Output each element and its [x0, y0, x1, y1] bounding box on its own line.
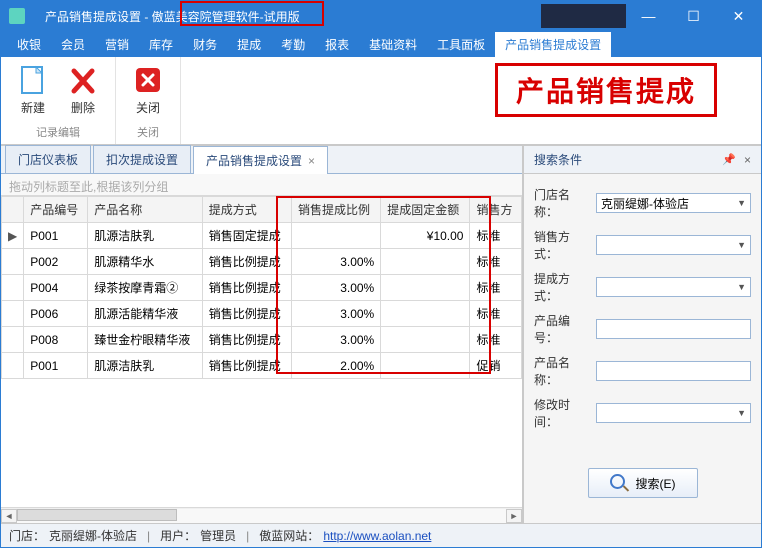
new-icon: [17, 65, 49, 97]
app-icon: [9, 8, 25, 24]
ribbon-group-label-record: 记录编辑: [36, 120, 80, 144]
window-title: 产品销售提成设置 - 傲蓝美容院管理软件-试用版: [45, 8, 300, 25]
titlebar-dark-tab: [541, 4, 626, 28]
label-modified: 修改时间：: [534, 396, 590, 430]
name-input[interactable]: [596, 361, 751, 381]
minimize-button[interactable]: —: [626, 1, 671, 31]
menu-toolpanel[interactable]: 工具面板: [427, 32, 495, 57]
tab-deduct-commission[interactable]: 扣次提成设置: [93, 145, 191, 173]
tab-product-commission[interactable]: 产品销售提成设置×: [193, 146, 328, 174]
scroll-thumb[interactable]: [17, 509, 177, 521]
group-hint: 拖动列标题至此,根据该列分组: [1, 174, 522, 196]
delete-icon: [67, 65, 99, 97]
label-commmethod: 提成方式：: [534, 270, 590, 304]
menu-bar: 收银 会员 营销 库存 财务 提成 考勤 报表 基础资料 工具面板 产品销售提成…: [1, 31, 761, 57]
chevron-down-icon: ▼: [737, 408, 746, 418]
col-marker: [2, 197, 24, 223]
menu-product-commission[interactable]: 产品销售提成设置: [495, 32, 611, 57]
menu-finance[interactable]: 财务: [183, 32, 227, 57]
left-pane: 门店仪表板 扣次提成设置 产品销售提成设置× 拖动列标题至此,根据该列分组 产品…: [1, 146, 523, 523]
table-row[interactable]: P002肌源精华水销售比例提成3.00%标准: [2, 249, 522, 275]
salemethod-select[interactable]: ▼: [596, 235, 751, 255]
col-ratio[interactable]: 销售提成比例: [291, 197, 380, 223]
title-bar: 产品销售提成设置 - 傲蓝美容院管理软件-试用版 — ☐ ✕: [1, 1, 761, 31]
modified-select[interactable]: ▼: [596, 403, 751, 423]
status-store-value: 克丽缇娜-体验店: [49, 527, 137, 544]
col-fixed[interactable]: 提成固定金额: [381, 197, 470, 223]
chevron-down-icon: ▼: [737, 282, 746, 292]
tab-close-icon[interactable]: ×: [308, 154, 315, 168]
close-button[interactable]: 关闭: [126, 63, 170, 118]
ribbon: 新建 删除 记录编辑 关闭 关闭 产品销售提成: [1, 57, 761, 145]
status-bar: 门店： 克丽缇娜-体验店 | 用户： 管理员 | 傲蓝网站： http://ww…: [1, 523, 761, 547]
col-name[interactable]: 产品名称: [88, 197, 202, 223]
label-salemethod: 销售方式：: [534, 228, 590, 262]
search-panel: 搜索条件 📌 × 门店名称： 克丽缇娜-体验店▼ 销售方式： ▼ 提成方式： ▼ 产品…: [523, 146, 761, 523]
ribbon-group-close: 关闭 关闭: [116, 57, 181, 144]
commmethod-select[interactable]: ▼: [596, 277, 751, 297]
col-sale[interactable]: 销售方: [470, 197, 522, 223]
panel-close-icon[interactable]: ×: [744, 153, 751, 167]
document-tabs: 门店仪表板 扣次提成设置 产品销售提成设置×: [1, 146, 522, 174]
status-user-value: 管理员: [200, 527, 236, 544]
label-store: 门店名称：: [534, 186, 590, 220]
grid[interactable]: 产品编号 产品名称 提成方式 销售提成比例 提成固定金额 销售方 ▶P001肌源…: [1, 196, 522, 523]
banner: 产品销售提成: [495, 63, 717, 117]
chevron-down-icon: ▼: [737, 240, 746, 250]
menu-report[interactable]: 报表: [315, 32, 359, 57]
delete-button[interactable]: 删除: [61, 63, 105, 118]
pin-icon[interactable]: 📌: [722, 153, 736, 166]
close-window-button[interactable]: ✕: [716, 1, 761, 31]
col-code[interactable]: 产品编号: [24, 197, 88, 223]
col-method[interactable]: 提成方式: [202, 197, 291, 223]
status-site-link[interactable]: http://www.aolan.net: [323, 529, 431, 543]
status-store-label: 门店：: [9, 527, 45, 544]
search-button[interactable]: 搜索(E): [588, 468, 698, 498]
label-code: 产品编号：: [534, 312, 590, 346]
close-icon: [132, 65, 164, 97]
tab-dashboard[interactable]: 门店仪表板: [5, 145, 91, 173]
menu-marketing[interactable]: 营销: [95, 32, 139, 57]
status-site-label: 傲蓝网站：: [259, 527, 319, 544]
menu-attendance[interactable]: 考勤: [271, 32, 315, 57]
menu-member[interactable]: 会员: [51, 32, 95, 57]
table-row[interactable]: ▶P001肌源洁肤乳销售固定提成¥10.00标准: [2, 223, 522, 249]
maximize-button[interactable]: ☐: [671, 1, 716, 31]
scroll-right-icon[interactable]: ►: [506, 509, 522, 523]
new-button[interactable]: 新建: [11, 63, 55, 118]
ribbon-group-record: 新建 删除 记录编辑: [1, 57, 116, 144]
horizontal-scrollbar[interactable]: ◄ ►: [1, 507, 522, 523]
menu-cashier[interactable]: 收银: [7, 32, 51, 57]
search-panel-title: 搜索条件: [534, 151, 582, 168]
search-icon: [610, 474, 628, 492]
menu-commission[interactable]: 提成: [227, 32, 271, 57]
table-row[interactable]: P006肌源活能精华液销售比例提成3.00%标准: [2, 301, 522, 327]
scroll-left-icon[interactable]: ◄: [1, 509, 17, 523]
menu-basedata[interactable]: 基础资料: [359, 32, 427, 57]
code-input[interactable]: [596, 319, 751, 339]
ribbon-group-label-close: 关闭: [137, 120, 159, 144]
label-name: 产品名称：: [534, 354, 590, 388]
table-row[interactable]: P004绿茶按摩青霜②销售比例提成3.00%标准: [2, 275, 522, 301]
table-row[interactable]: P001肌源洁肤乳销售比例提成2.00%促销: [2, 353, 522, 379]
store-select[interactable]: 克丽缇娜-体验店▼: [596, 193, 751, 213]
chevron-down-icon: ▼: [737, 198, 746, 208]
menu-inventory[interactable]: 库存: [139, 32, 183, 57]
table-row[interactable]: P008臻世金柠眼精华液销售比例提成3.00%标准: [2, 327, 522, 353]
status-user-label: 用户：: [160, 527, 196, 544]
